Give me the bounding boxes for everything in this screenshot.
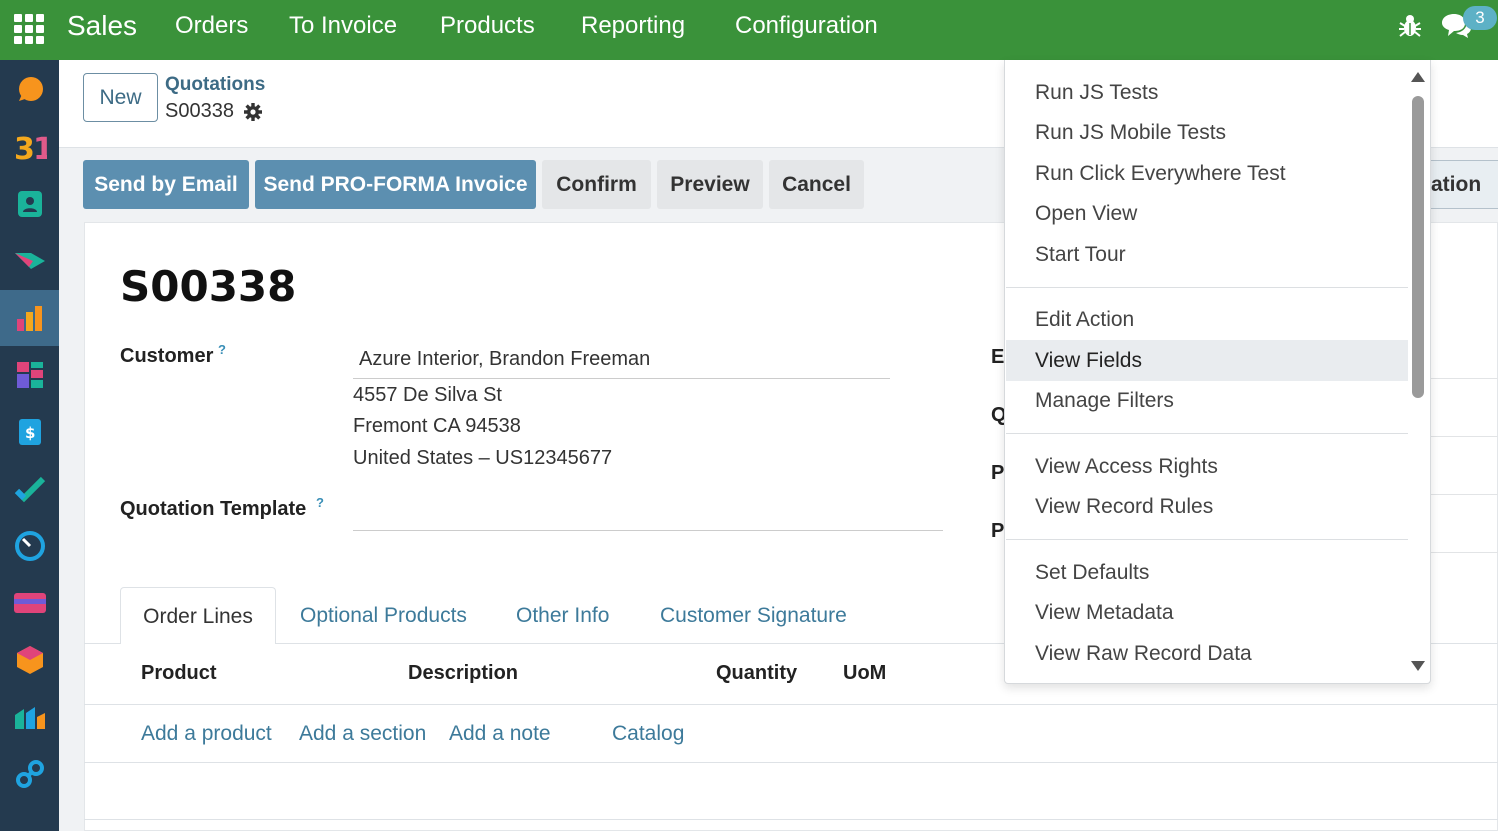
website-icon[interactable] [0,746,59,802]
menu-item-run-js-tests[interactable]: Run JS Tests [1006,72,1408,113]
apps-sidebar: 31 $ [0,60,59,831]
svg-text:$: $ [25,424,35,442]
cancel-button[interactable]: Cancel [769,160,864,209]
table-header-divider [84,704,1498,705]
column-description[interactable]: Description [408,662,518,685]
dashboards-icon[interactable] [0,347,59,403]
quotation-template-label: Quotation Template [120,498,307,520]
menu-item-set-defaults[interactable]: Set Defaults [1006,552,1408,593]
menu-item-view-fields[interactable]: View Fields [1006,340,1408,381]
tab-order-lines[interactable]: Order Lines [120,587,276,644]
quotation-template-input[interactable] [353,530,943,531]
add-note-link[interactable]: Add a note [449,722,551,746]
timesheets-icon[interactable] [0,518,59,574]
bug-icon[interactable] [1397,13,1423,39]
status-stage[interactable]: ation [1430,160,1498,209]
customer-help-tooltip[interactable]: ? [218,342,226,357]
breadcrumb-quotations[interactable]: Quotations [165,74,265,96]
discuss-icon[interactable] [0,62,59,118]
chat-count-badge: 3 [1463,6,1497,30]
menu-configuration[interactable]: Configuration [735,12,878,40]
project-icon[interactable] [0,461,59,517]
address-line-street: 4557 De Silva St [353,384,502,406]
breadcrumb-current: S00338 [165,100,234,122]
svg-text:3: 3 [14,132,35,163]
catalog-link[interactable]: Catalog [612,722,684,746]
apps-grid-icon[interactable] [12,12,44,44]
menu-to-invoice[interactable]: To Invoice [289,12,397,40]
menu-divider [1006,287,1408,288]
payment-terms-label: P [991,520,1005,542]
menu-orders[interactable]: Orders [175,12,248,40]
menu-divider [1006,539,1408,540]
app-brand[interactable]: Sales [67,10,137,42]
menu-item-manage-filters[interactable]: Manage Filters [1006,380,1408,421]
gear-icon[interactable] [243,102,263,122]
tab-optional-products[interactable]: Optional Products [300,604,467,628]
column-quantity[interactable]: Quantity [716,662,797,685]
scroll-up-arrow-icon[interactable] [1411,72,1425,82]
column-product[interactable]: Product [141,662,217,685]
menu-item-view-access-rights[interactable]: View Access Rights [1006,446,1408,487]
table-footer-divider [84,819,1498,820]
subscriptions-icon[interactable] [0,575,59,631]
sales-icon[interactable] [0,290,59,346]
send-by-email-button[interactable]: Send by Email [83,160,249,209]
calendar-icon[interactable]: 31 [0,119,59,175]
svg-text:1: 1 [33,132,47,163]
menu-item-view-record-rules[interactable]: View Record Rules [1006,486,1408,527]
preview-button[interactable]: Preview [657,160,763,209]
add-section-link[interactable]: Add a section [299,722,426,746]
menu-item-start-tour[interactable]: Start Tour [1006,234,1408,275]
address-line-city: Fremont CA 94538 [353,415,521,437]
expiration-label: Ex [991,346,1005,368]
quotation-date-label: Q [991,404,1005,426]
new-button[interactable]: New [83,73,158,122]
pricelist-label: P [991,462,1005,484]
scrollbar-thumb[interactable] [1412,96,1424,398]
contacts-icon[interactable] [0,176,59,232]
confirm-button[interactable]: Confirm [542,160,651,209]
menu-item-open-view[interactable]: Open View [1006,193,1408,234]
top-navbar: Sales Orders To Invoice Products Reporti… [0,0,1498,60]
record-title: S00338 [120,262,297,311]
invoicing-icon[interactable]: $ [0,404,59,460]
customer-input[interactable]: Azure Interior, Brandon Freeman [359,348,650,371]
menu-item-edit-action[interactable]: Edit Action [1006,299,1408,340]
scroll-down-arrow-icon[interactable] [1411,661,1425,671]
menu-item-view-metadata[interactable]: View Metadata [1006,592,1408,633]
inventory-icon[interactable] [0,632,59,688]
customer-label: Customer [120,345,214,367]
menu-item-run-click-everywhere-test[interactable]: Run Click Everywhere Test [1006,153,1408,194]
menu-reporting[interactable]: Reporting [581,12,685,40]
column-uom[interactable]: UoM [843,662,886,685]
menu-item-view-raw-record-data[interactable]: View Raw Record Data [1006,633,1408,674]
tab-other-info[interactable]: Other Info [516,604,609,628]
menu-products[interactable]: Products [440,12,535,40]
manufacturing-icon[interactable] [0,689,59,745]
crm-icon[interactable] [0,233,59,289]
menu-item-run-js-mobile-tests[interactable]: Run JS Mobile Tests [1006,112,1408,153]
tab-customer-signature[interactable]: Customer Signature [660,604,847,628]
template-help-tooltip[interactable]: ? [316,495,324,510]
customer-input-underline [353,378,890,379]
address-line-country: United States – US12345677 [353,447,613,469]
table-row-divider [84,762,1498,763]
add-product-link[interactable]: Add a product [141,722,272,746]
debug-dropdown-menu: Run JS Tests Run JS Mobile Tests Run Cli… [1004,60,1431,684]
menu-divider [1006,433,1408,434]
send-pro-forma-button[interactable]: Send PRO-FORMA Invoice [255,160,536,209]
